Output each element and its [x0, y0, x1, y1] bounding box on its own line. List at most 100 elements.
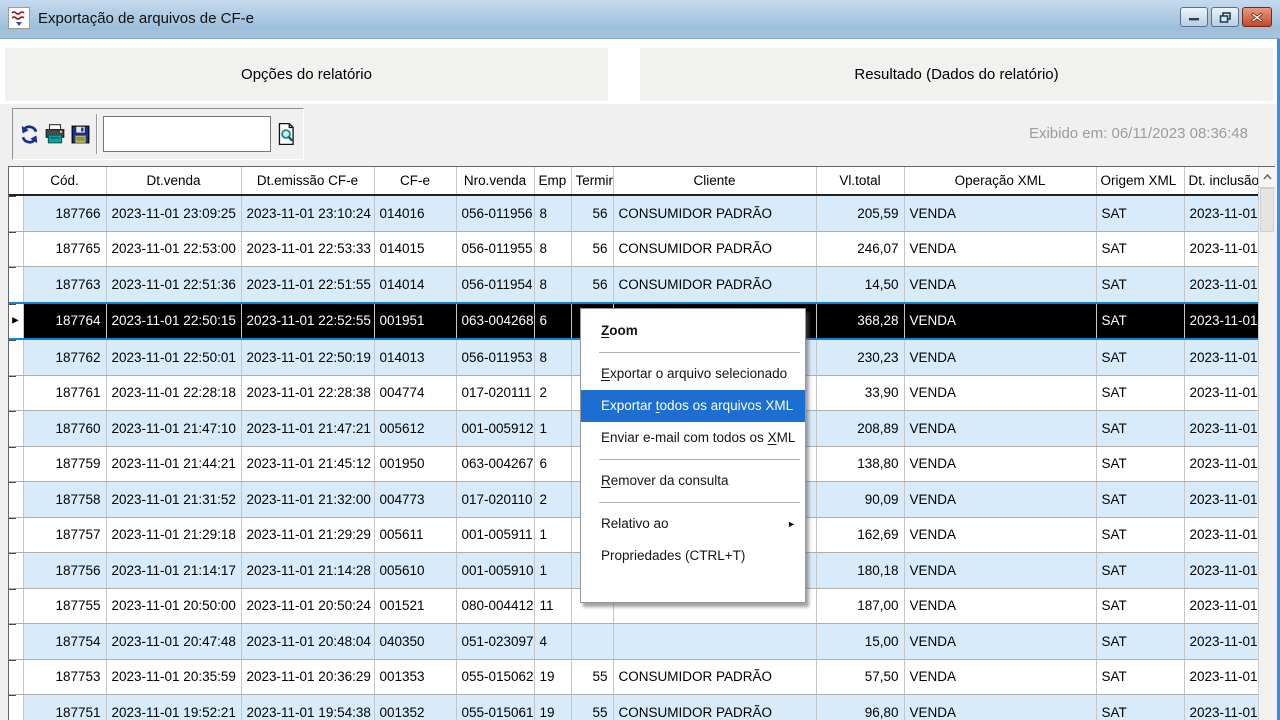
cell-origem_xml[interactable]: SAT	[1096, 231, 1184, 267]
cell-origem_xml[interactable]: SAT	[1096, 195, 1184, 231]
cell-origem_xml[interactable]: SAT	[1096, 517, 1184, 553]
cell-cliente[interactable]: CONSUMIDOR PADRÃO	[613, 231, 816, 267]
cell-origem_xml[interactable]: SAT	[1096, 588, 1184, 624]
cell-dt_inclusao[interactable]: 2023-11-01	[1184, 411, 1258, 447]
cell-nro_venda[interactable]: 055-015062	[456, 659, 534, 695]
cell-terminal[interactable]	[571, 624, 613, 660]
cell-vl_total[interactable]: 368,28	[816, 303, 904, 340]
cell-cfe[interactable]: 014016	[374, 195, 456, 231]
cell-cfe[interactable]: 004773	[374, 482, 456, 518]
cell-origem_xml[interactable]: SAT	[1096, 695, 1184, 720]
cell-origem_xml[interactable]: SAT	[1096, 339, 1184, 375]
cell-vl_total[interactable]: 138,80	[816, 446, 904, 482]
cell-dt_inclusao[interactable]: 2023-11-01	[1184, 695, 1258, 720]
cell-dt_inclusao[interactable]: 2023-11-01	[1184, 588, 1258, 624]
cell-cod[interactable]: 187759	[23, 446, 106, 482]
menu-item-zoom[interactable]: Zoom	[581, 315, 805, 347]
cell-nro_venda[interactable]: 017-020110	[456, 482, 534, 518]
refresh-button[interactable]	[17, 111, 42, 157]
cell-nro_venda[interactable]: 001-005912	[456, 411, 534, 447]
cell-dt_inclusao[interactable]: 2023-11-01	[1184, 446, 1258, 482]
cell-dt_venda[interactable]: 2023-11-01 23:09:25	[106, 195, 241, 231]
cell-dt_inclusao[interactable]: 2023-11-01	[1184, 339, 1258, 375]
cell-operacao_xml[interactable]: VENDA	[904, 659, 1096, 695]
row-gutter[interactable]	[9, 375, 23, 411]
column-header-cliente[interactable]: Cliente	[613, 167, 816, 195]
cell-origem_xml[interactable]: SAT	[1096, 267, 1184, 303]
cell-emp[interactable]: 8	[534, 195, 571, 231]
cell-cod[interactable]: 187761	[23, 375, 106, 411]
cell-cfe[interactable]: 014013	[374, 339, 456, 375]
cell-emp[interactable]: 2	[534, 482, 571, 518]
cell-origem_xml[interactable]: SAT	[1096, 446, 1184, 482]
row-gutter[interactable]	[9, 446, 23, 482]
cell-dt_venda[interactable]: 2023-11-01 22:51:36	[106, 267, 241, 303]
cell-dt_emissao[interactable]: 2023-11-01 20:50:24	[241, 588, 374, 624]
cell-cliente[interactable]: CONSUMIDOR PADRÃO	[613, 267, 816, 303]
cell-emp[interactable]: 1	[534, 517, 571, 553]
save-button[interactable]	[68, 111, 93, 157]
cell-vl_total[interactable]: 162,69	[816, 517, 904, 553]
cell-nro_venda[interactable]: 063-004268	[456, 303, 534, 340]
cell-vl_total[interactable]: 230,23	[816, 339, 904, 375]
cell-operacao_xml[interactable]: VENDA	[904, 303, 1096, 340]
cell-origem_xml[interactable]: SAT	[1096, 624, 1184, 660]
menu-item-enviar-e-mail-com-todos-os-xml[interactable]: Enviar e-mail com todos os XML	[581, 422, 805, 454]
cell-emp[interactable]: 19	[534, 695, 571, 720]
cell-cod[interactable]: 187758	[23, 482, 106, 518]
cell-operacao_xml[interactable]: VENDA	[904, 375, 1096, 411]
cell-cod[interactable]: 187763	[23, 267, 106, 303]
cell-dt_inclusao[interactable]: 2023-11-01	[1184, 482, 1258, 518]
column-header-terminal[interactable]: Terminal	[571, 167, 613, 195]
cell-cod[interactable]: 187765	[23, 231, 106, 267]
row-gutter[interactable]	[9, 695, 23, 720]
cell-emp[interactable]: 19	[534, 659, 571, 695]
cell-operacao_xml[interactable]: VENDA	[904, 231, 1096, 267]
column-header-vl_total[interactable]: Vl.total	[816, 167, 904, 195]
cell-cod[interactable]: 187757	[23, 517, 106, 553]
row-gutter[interactable]	[9, 339, 23, 375]
cell-terminal[interactable]: 55	[571, 659, 613, 695]
cell-cfe[interactable]: 004774	[374, 375, 456, 411]
cell-dt_venda[interactable]: 2023-11-01 22:28:18	[106, 375, 241, 411]
cell-dt_venda[interactable]: 2023-11-01 22:53:00	[106, 231, 241, 267]
preview-button[interactable]	[274, 111, 299, 157]
cell-origem_xml[interactable]: SAT	[1096, 482, 1184, 518]
cell-origem_xml[interactable]: SAT	[1096, 553, 1184, 589]
restore-button[interactable]	[1211, 7, 1239, 27]
filter-input[interactable]	[103, 116, 271, 152]
cell-vl_total[interactable]: 187,00	[816, 588, 904, 624]
column-header-cod[interactable]: Cód.	[23, 167, 106, 195]
row-gutter[interactable]	[9, 411, 23, 447]
cell-operacao_xml[interactable]: VENDA	[904, 624, 1096, 660]
cell-origem_xml[interactable]: SAT	[1096, 659, 1184, 695]
cell-operacao_xml[interactable]: VENDA	[904, 517, 1096, 553]
cell-dt_emissao[interactable]: 2023-11-01 20:48:04	[241, 624, 374, 660]
cell-dt_emissao[interactable]: 2023-11-01 22:52:55	[241, 303, 374, 340]
column-header-cfe[interactable]: CF-e	[374, 167, 456, 195]
menu-item-exportar-o-arquivo-selecionado[interactable]: Exportar o arquivo selecionado	[581, 358, 805, 390]
row-gutter[interactable]	[9, 553, 23, 589]
cell-cliente[interactable]	[613, 624, 816, 660]
cell-dt_inclusao[interactable]: 2023-11-01	[1184, 517, 1258, 553]
cell-nro_venda[interactable]: 063-004267	[456, 446, 534, 482]
cell-dt_venda[interactable]: 2023-11-01 20:50:00	[106, 588, 241, 624]
cell-terminal[interactable]: 56	[571, 195, 613, 231]
cell-operacao_xml[interactable]: VENDA	[904, 195, 1096, 231]
cell-dt_venda[interactable]: 2023-11-01 21:31:52	[106, 482, 241, 518]
cell-origem_xml[interactable]: SAT	[1096, 375, 1184, 411]
cell-cliente[interactable]: CONSUMIDOR PADRÃO	[613, 659, 816, 695]
column-header-emp[interactable]: Emp	[534, 167, 571, 195]
cell-dt_inclusao[interactable]: 2023-11-01	[1184, 303, 1258, 340]
cell-nro_venda[interactable]: 056-011953	[456, 339, 534, 375]
tab-resultado-dados-do-relatorio[interactable]: Resultado (Dados do relatório)	[640, 48, 1273, 101]
minimize-button[interactable]	[1180, 7, 1208, 27]
row-gutter[interactable]	[9, 267, 23, 303]
cell-cfe[interactable]: 001950	[374, 446, 456, 482]
cell-cliente[interactable]: CONSUMIDOR PADRÃO	[613, 195, 816, 231]
cell-cfe[interactable]: 040350	[374, 624, 456, 660]
cell-dt_emissao[interactable]: 2023-11-01 22:28:38	[241, 375, 374, 411]
row-gutter[interactable]	[9, 624, 23, 660]
scrollbar-thumb[interactable]	[1260, 188, 1274, 232]
cell-emp[interactable]: 11	[534, 588, 571, 624]
